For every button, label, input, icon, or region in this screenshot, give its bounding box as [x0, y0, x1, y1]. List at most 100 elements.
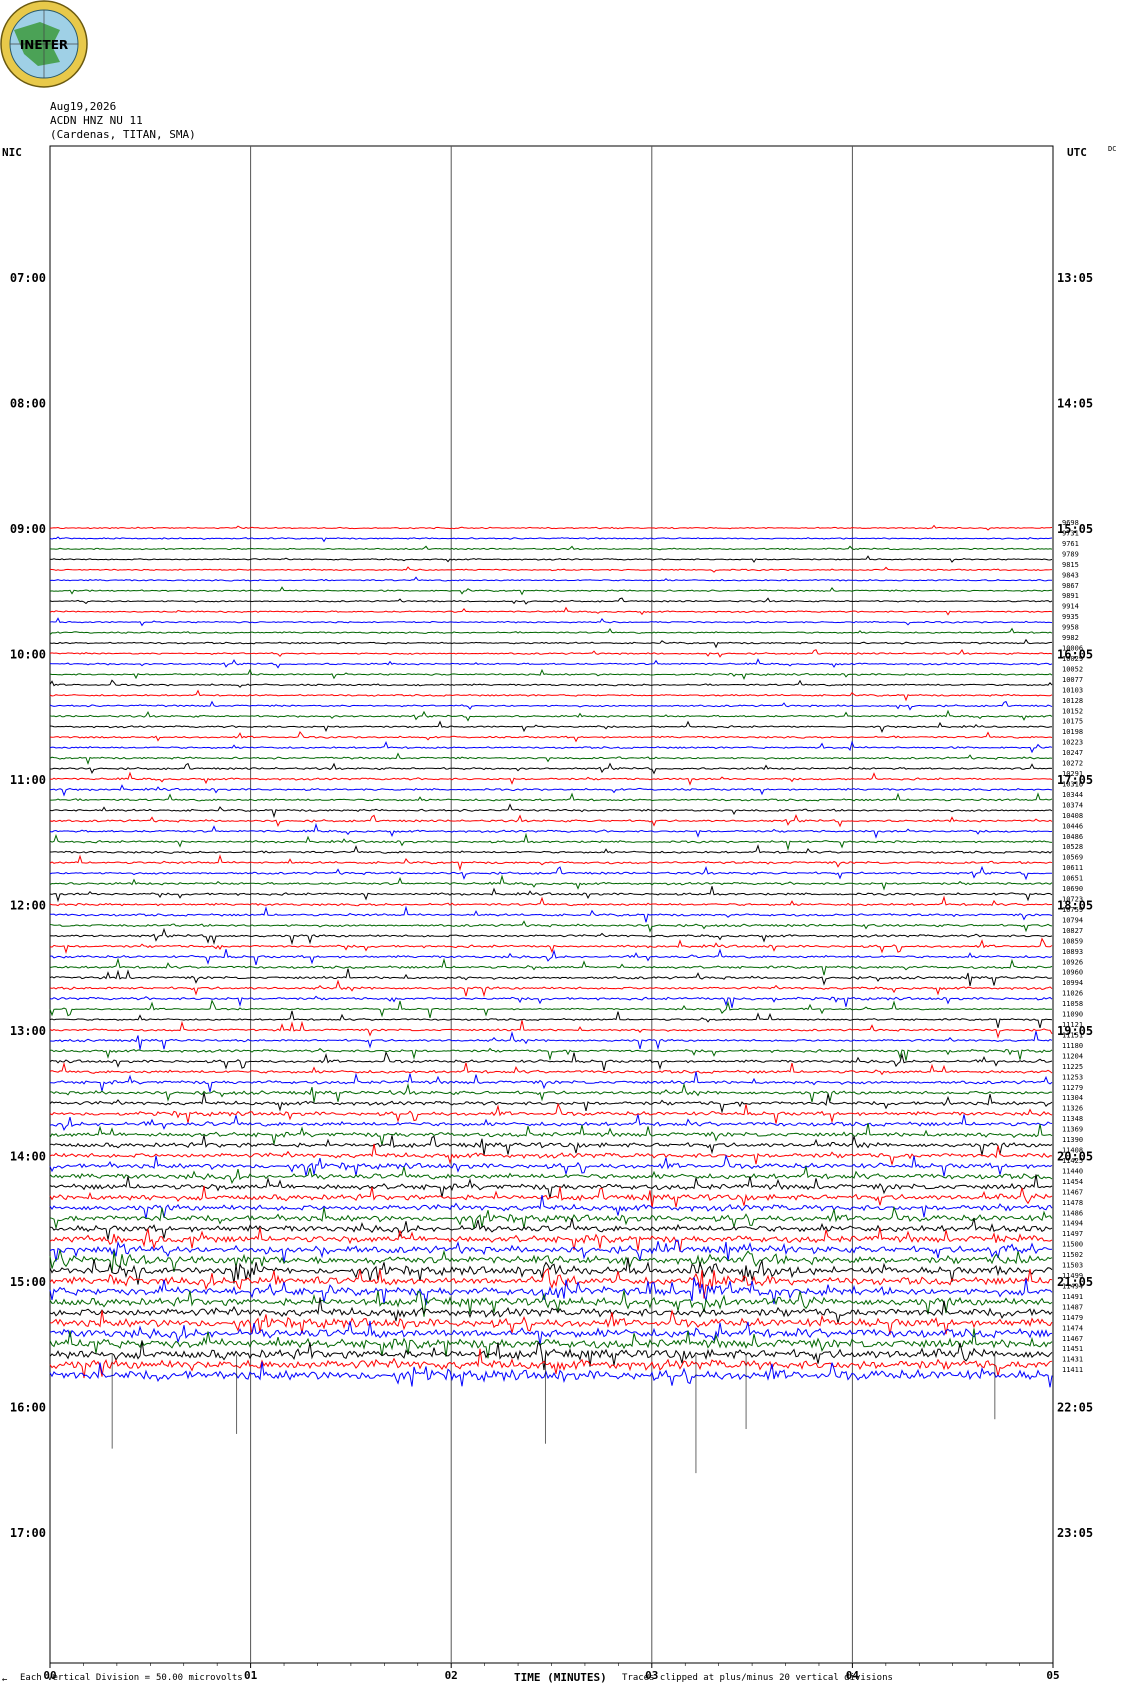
trace-line — [49, 803, 1053, 819]
trace-line — [49, 957, 1053, 976]
trace-line — [49, 854, 1053, 872]
trace-line — [49, 566, 1053, 573]
trace-line — [49, 1031, 1053, 1051]
plot-grid — [49, 145, 1054, 1668]
trace-line — [49, 1114, 1053, 1131]
trace-value-label: 9789 — [1062, 550, 1079, 558]
trace-value-label: 11253 — [1062, 1073, 1083, 1081]
trace-value-label: 11467 — [1062, 1188, 1083, 1196]
trace-value-label: 10247 — [1062, 749, 1083, 757]
trace-value-label: 11058 — [1062, 1000, 1083, 1008]
trace-value-label: 10052 — [1062, 665, 1083, 673]
trace-value-label: 10486 — [1062, 833, 1083, 841]
trace-line — [49, 895, 1052, 907]
trace-line — [49, 668, 1053, 680]
trace-value-label: 11151 — [1062, 1031, 1083, 1039]
trace-value-label: 10569 — [1062, 854, 1083, 862]
left-hour-label: 12:00 — [10, 899, 46, 913]
trace-value-label: 11348 — [1062, 1115, 1083, 1123]
trace-value-label: 11326 — [1062, 1105, 1083, 1113]
trace-line — [49, 1010, 1053, 1029]
trace-value-label: 11494 — [1062, 1220, 1083, 1228]
trace-value-label: 10446 — [1062, 822, 1083, 830]
left-hour-label: 15:00 — [10, 1275, 46, 1289]
trace-value-label: 10723 — [1062, 896, 1083, 904]
trace-line — [49, 617, 1053, 627]
trace-value-label: 9843 — [1062, 571, 1079, 579]
trace-value-label: 10759 — [1062, 906, 1083, 914]
trace-line — [49, 597, 1053, 605]
trace-line — [49, 1082, 1053, 1103]
left-hour-label: 16:00 — [10, 1401, 46, 1415]
trace-value-label: 9958 — [1062, 624, 1079, 632]
left-hour-label: 07:00 — [10, 271, 46, 285]
trace-value-label: 10528 — [1062, 843, 1083, 851]
trace-value-label: 10103 — [1062, 686, 1083, 694]
trace-line — [49, 1166, 1053, 1185]
trace-line — [49, 1185, 1053, 1209]
trace-value-label: 10029 — [1062, 655, 1083, 663]
trace-value-label: 10291 — [1062, 770, 1083, 778]
trace-line — [49, 638, 1053, 649]
trace-line — [49, 700, 1053, 711]
trace-line — [49, 709, 1053, 722]
trace-value-label: 9982 — [1062, 634, 1079, 642]
trace-value-label: 11467 — [1062, 1335, 1083, 1343]
trace-line — [49, 524, 1053, 531]
trace-value-label: 11454 — [1062, 1178, 1083, 1186]
trace-line — [49, 649, 1053, 658]
right-hour-label: 23:05 — [1057, 1526, 1093, 1540]
trace-value-label: 10344 — [1062, 791, 1083, 799]
trace-value-label: 11478 — [1062, 1199, 1083, 1207]
trace-value-label: 10316 — [1062, 780, 1083, 788]
trace-line — [49, 586, 1053, 596]
trace-value-label: 11090 — [1062, 1011, 1083, 1019]
trace-line — [49, 979, 1053, 998]
trace-line — [49, 995, 1053, 1008]
trace-value-label: 11121 — [1062, 1021, 1083, 1029]
trace-value-label: 11431 — [1062, 1356, 1083, 1364]
trace-line — [49, 740, 1053, 754]
trace-value-label: 11499 — [1062, 1272, 1083, 1280]
left-hour-label: 11:00 — [10, 773, 46, 787]
trace-line — [49, 679, 1053, 688]
trace-value-label: 11408 — [1062, 1147, 1083, 1155]
trace-value-label: 10994 — [1062, 979, 1083, 987]
trace-value-label: 9815 — [1062, 561, 1079, 569]
trace-value-label: 11440 — [1062, 1167, 1083, 1175]
trace-value-label: 11026 — [1062, 990, 1083, 998]
trace-value-label: 10794 — [1062, 916, 1083, 924]
trace-line — [49, 1061, 1053, 1076]
x-tick-label: 05 — [1046, 1669, 1059, 1682]
x-tick-label: 01 — [244, 1669, 258, 1682]
trace-line — [49, 1154, 1053, 1177]
x-axis-title: TIME (MINUTES) — [514, 1671, 607, 1684]
trace-line — [49, 771, 1053, 786]
trace-line — [49, 1308, 1053, 1335]
right-hour-label: 13:05 — [1057, 271, 1093, 285]
trace-line — [49, 1290, 1053, 1317]
trace-value-label: 11487 — [1062, 1303, 1083, 1311]
x-tick-label: 02 — [445, 1669, 458, 1682]
trace-value-label: 10272 — [1062, 760, 1083, 768]
trace-line — [49, 999, 1052, 1019]
trace-value-label: 10827 — [1062, 927, 1083, 935]
seismogram-plot: 00 01 02 03 04 0507:00 13:0508:00 14:0509:00 15:… — [10, 145, 1093, 1682]
trace-line — [49, 905, 1053, 923]
trace-line — [49, 968, 1053, 987]
trace-value-label: 9914 — [1062, 603, 1079, 611]
trace-value-label: 10223 — [1062, 739, 1083, 747]
trace-value-label: 10859 — [1062, 937, 1083, 945]
trace-value-label: 10175 — [1062, 718, 1083, 726]
trace-value-label: 10006 — [1062, 645, 1083, 653]
trace-line — [49, 1277, 1053, 1306]
trace-line — [49, 832, 1053, 851]
left-hour-label: 17:00 — [10, 1526, 46, 1540]
trace-line — [49, 627, 1053, 635]
trace-value-label: 9935 — [1062, 613, 1079, 621]
left-hour-label: 14:00 — [10, 1150, 46, 1164]
trace-line — [49, 1195, 1053, 1219]
trace-line — [49, 658, 1053, 669]
trace-value-label: 9698 — [1062, 519, 1079, 527]
trace-line — [49, 1102, 1053, 1124]
